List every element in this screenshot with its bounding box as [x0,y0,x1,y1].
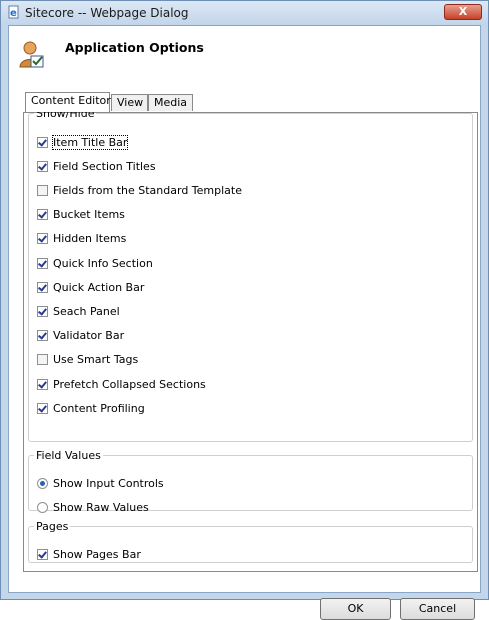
svg-text:e: e [10,8,17,19]
show-hide-group: Show/Hide Item Title Bar Field Section Ti… [28,107,473,442]
close-icon: X [458,5,468,18]
tab-panel-content-editor: Show/Hide Item Title Bar Field Section Ti… [23,107,478,572]
checkbox-quick-action-bar[interactable]: Quick Action Bar [37,279,144,295]
checkbox-content-profiling[interactable]: Content Profiling [37,400,145,416]
checkbox[interactable] [37,354,48,366]
checkbox[interactable] [37,136,48,148]
field-values-legend: Field Values [36,449,101,462]
option-label: Item Title Bar [51,134,129,150]
radio-show-raw-values[interactable]: Show Raw Values [37,499,149,515]
dialog-window: e Sitecore -- Webpage Dialog X Applicati… [0,0,489,620]
checkbox-seach-panel[interactable]: Seach Panel [37,303,120,319]
dialog-content: Application Options Content Editor View … [8,25,481,620]
pages-group: Pages Show Pages Bar [28,520,473,563]
option-label: Content Profiling [53,401,145,415]
radio-show-input-controls[interactable]: Show Input Controls [37,475,164,491]
user-options-icon [19,41,44,68]
option-label: Show Pages Bar [53,547,141,561]
checkbox-field-section-titles[interactable]: Field Section Titles [37,158,156,174]
title-bar: e Sitecore -- Webpage Dialog X [1,1,488,25]
page-title: Application Options [65,40,204,55]
option-label: Hidden Items [53,232,127,246]
checkbox[interactable] [37,402,48,414]
checkbox-show-pages-bar[interactable]: Show Pages Bar [37,546,141,562]
option-label: Quick Info Section [53,256,153,270]
checkbox[interactable] [37,209,48,221]
option-label: Field Section Titles [53,159,156,173]
field-values-group: Field Values Show Input Controls Show Raw… [28,449,473,514]
checkbox-quick-info-section[interactable]: Quick Info Section [37,255,153,271]
option-label: Fields from the Standard Template [53,183,242,197]
ie-page-icon: e [8,5,19,19]
checkbox[interactable] [37,184,48,196]
ok-button[interactable]: OK [320,598,391,620]
checkbox-hidden-items[interactable]: Hidden Items [37,231,126,247]
option-label: Bucket Items [53,208,125,222]
checkbox[interactable] [37,548,48,560]
cancel-button[interactable]: Cancel [400,598,475,620]
radio-button[interactable] [37,477,48,489]
option-label: Show Raw Values [53,500,149,514]
checkbox[interactable] [37,305,48,317]
checkbox-fields-from-the-standard-template[interactable]: Fields from the Standard Template [37,182,242,198]
radio-button[interactable] [37,501,48,513]
checkbox-validator-bar[interactable]: Validator Bar [37,328,124,344]
checkbox[interactable] [37,378,48,390]
checkbox[interactable] [37,160,48,172]
checkbox-prefetch-collapsed-sections[interactable]: Prefetch Collapsed Sections [37,376,206,392]
checkbox[interactable] [37,281,48,293]
window-title: Sitecore -- Webpage Dialog [25,6,189,20]
checkbox[interactable] [37,233,48,245]
close-button[interactable]: X [444,4,482,20]
pages-legend: Pages [36,520,69,533]
option-label: Quick Action Bar [53,280,145,294]
option-label: Show Input Controls [53,476,164,490]
option-label: Validator Bar [53,329,125,343]
checkbox-use-smart-tags[interactable]: Use Smart Tags [37,352,138,368]
checkbox[interactable] [37,257,48,269]
option-label: Seach Panel [53,304,120,318]
tab-content-editor[interactable]: Content Editor [25,92,111,112]
option-label: Use Smart Tags [53,353,139,367]
checkbox-bucket-items[interactable]: Bucket Items [37,207,125,223]
checkbox-item-title-bar[interactable]: Item Title Bar [37,134,129,150]
checkbox[interactable] [37,330,48,342]
option-label: Prefetch Collapsed Sections [53,377,206,391]
